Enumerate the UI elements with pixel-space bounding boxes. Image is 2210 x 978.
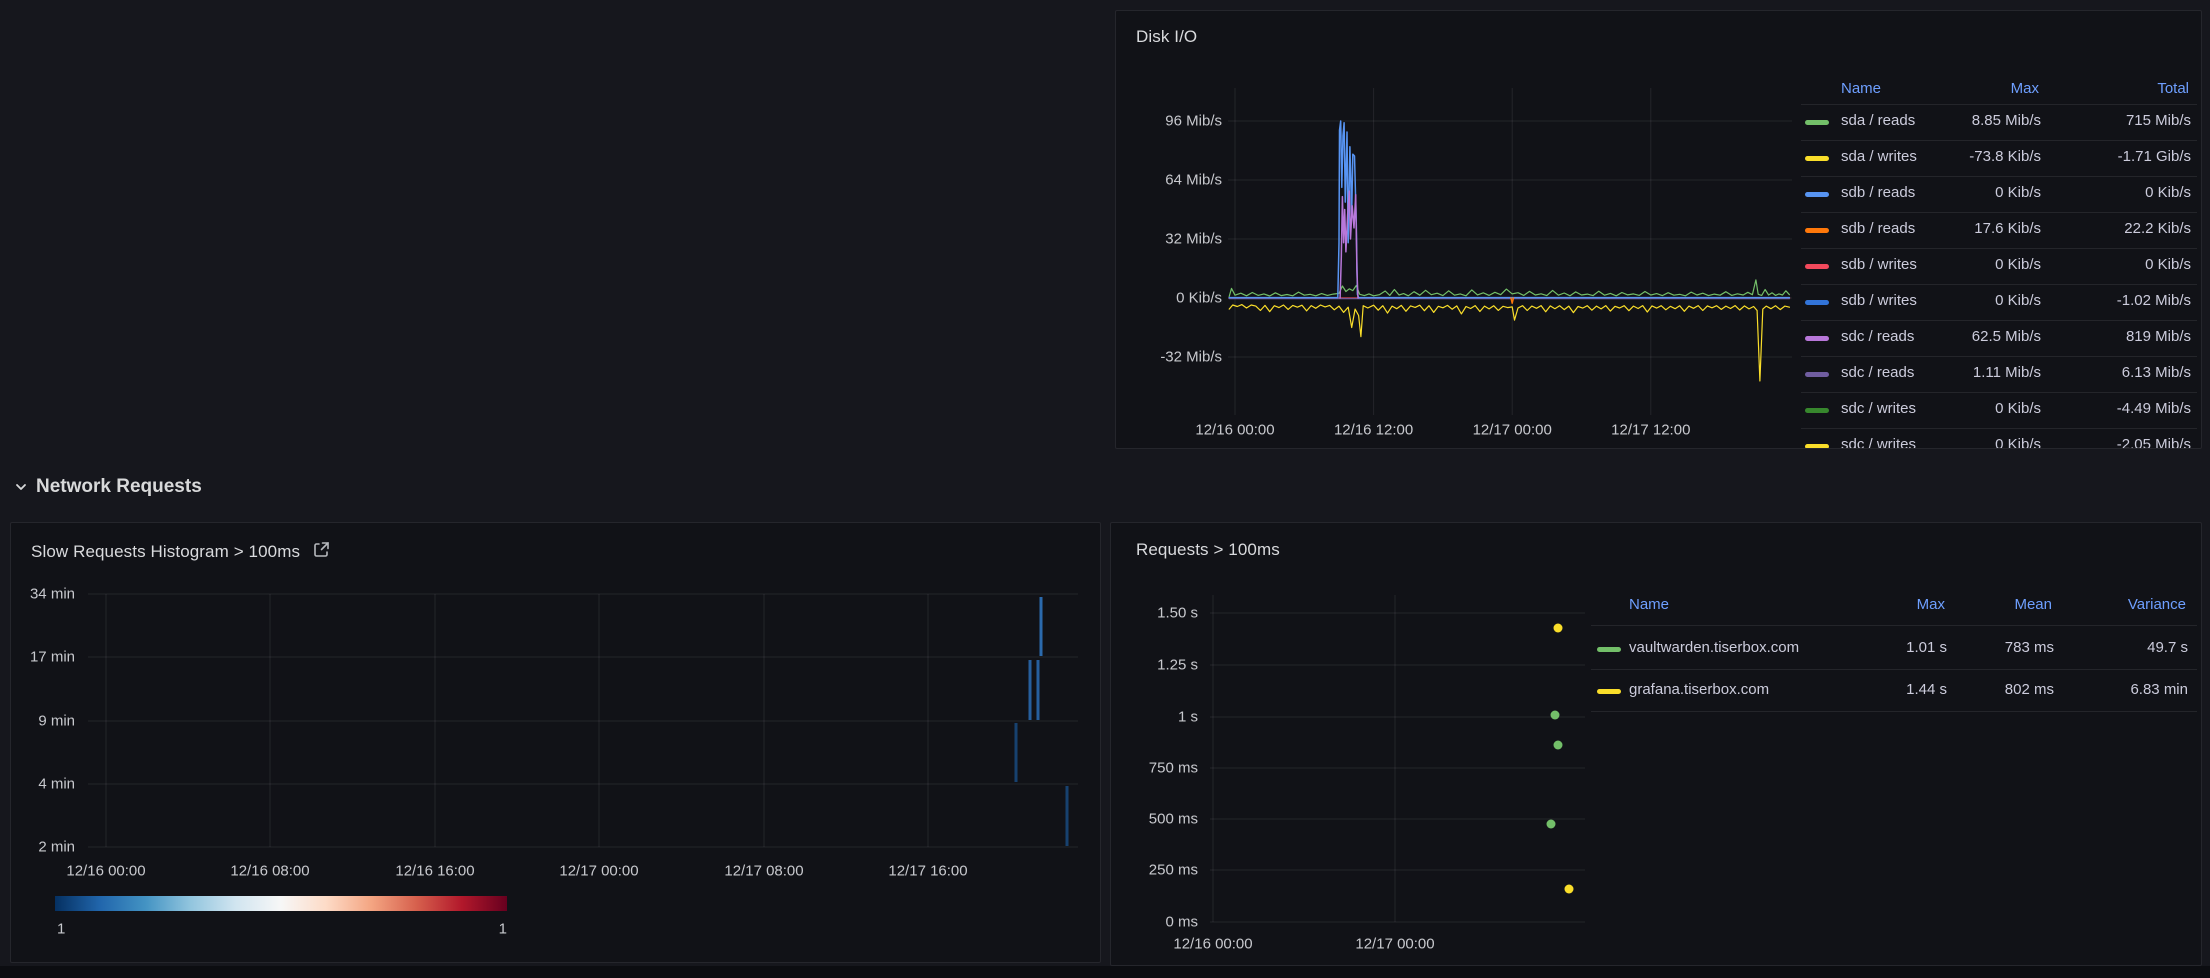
legend-value-max: 17.6 Kib/s <box>1974 220 2041 237</box>
legend-value-max: 0 Kib/s <box>1995 256 2041 273</box>
legend-col-name[interactable]: Name <box>1629 596 1669 613</box>
panel-title-requests[interactable]: Requests > 100ms <box>1136 540 1280 560</box>
chevron-down-icon <box>14 480 28 494</box>
panel-title-slow-requests[interactable]: Slow Requests Histogram > 100ms <box>31 540 331 564</box>
legend-value-max: 8.85 Mib/s <box>1972 112 2041 129</box>
legend-series-color <box>1597 689 1621 694</box>
legend-series-name[interactable]: sdc / writes <box>1841 400 1916 417</box>
legend-value-max: -73.8 Kib/s <box>1969 148 2041 165</box>
legend-series-color <box>1805 120 1829 125</box>
legend-value-total: -4.49 Mib/s <box>2117 400 2191 417</box>
legend-series-name[interactable]: grafana.tiserbox.com <box>1629 681 1769 698</box>
legend-row[interactable]: sdb / reads 17.6 Kib/s 22.2 Kib/s <box>1801 212 2197 248</box>
legend-series-color <box>1805 264 1829 269</box>
legend-row[interactable]: sdb / writes 0 Kib/s -1.02 Mib/s <box>1801 284 2197 320</box>
legend-series-color <box>1805 300 1829 305</box>
legend-row[interactable]: sdc / reads 1.11 Mib/s 6.13 Mib/s <box>1801 356 2197 392</box>
legend-series-color <box>1805 336 1829 341</box>
legend-series-color <box>1597 647 1621 652</box>
legend-value-total: 22.2 Kib/s <box>2124 220 2191 237</box>
section-row-network-requests[interactable]: Network Requests <box>14 476 202 498</box>
legend-value-total: 715 Mib/s <box>2126 112 2191 129</box>
legend-col-total[interactable]: Total <box>2157 80 2189 97</box>
legend-col-max[interactable]: Max <box>1917 596 1945 613</box>
legend-value-max: 1.11 Mib/s <box>1973 364 2041 381</box>
legend-series-color <box>1805 372 1829 377</box>
legend-series-color <box>1805 192 1829 197</box>
legend-row[interactable]: sdc / writes 0 Kib/s -2.05 Mib/s <box>1801 428 2197 449</box>
legend-col-name[interactable]: Name <box>1841 80 1881 97</box>
panel-title-disk-io[interactable]: Disk I/O <box>1136 27 1197 47</box>
legend-row[interactable]: sda / reads 8.85 Mib/s 715 Mib/s <box>1801 104 2197 140</box>
legend-value-total: -1.02 Mib/s <box>2117 292 2191 309</box>
legend-value-max: 1.44 s <box>1906 681 1947 698</box>
legend-row[interactable]: sdb / reads 0 Kib/s 0 Kib/s <box>1801 176 2197 212</box>
panel-requests: Requests > 100ms Name Max Mean Variance vaul… <box>1110 522 2202 966</box>
legend-value-max: 62.5 Mib/s <box>1972 328 2041 345</box>
legend-series-color <box>1805 228 1829 233</box>
legend-value-max: 1.01 s <box>1906 639 1947 656</box>
legend-row[interactable]: sda / writes -73.8 Kib/s -1.71 Gib/s <box>1801 140 2197 176</box>
panel-slow-requests: Slow Requests Histogram > 100ms <box>10 522 1101 963</box>
legend-value-total: 6.13 Mib/s <box>2122 364 2191 381</box>
legend-value-max: 0 Kib/s <box>1995 292 2041 309</box>
legend-value-max: 0 Kib/s <box>1995 184 2041 201</box>
legend-series-color <box>1805 156 1829 161</box>
legend-value-total: 819 Mib/s <box>2126 328 2191 345</box>
legend-series-name[interactable]: sdc / reads <box>1841 328 1914 345</box>
legend-value-variance: 49.7 s <box>2147 639 2188 656</box>
legend-row[interactable]: sdc / reads 62.5 Mib/s 819 Mib/s <box>1801 320 2197 356</box>
legend-col-variance[interactable]: Variance <box>2128 596 2186 613</box>
legend-series-color <box>1805 444 1829 449</box>
legend-row-separator <box>1591 625 2197 626</box>
legend-row[interactable]: grafana.tiserbox.com 1.44 s 802 ms 6.83 min <box>1591 670 2197 712</box>
legend-value-total: 0 Kib/s <box>2145 184 2191 201</box>
legend-value-variance: 6.83 min <box>2130 681 2188 698</box>
legend-series-name[interactable]: sdc / writes <box>1841 436 1916 449</box>
legend-series-name[interactable]: sda / reads <box>1841 112 1915 129</box>
legend-series-name[interactable]: sdb / writes <box>1841 292 1917 309</box>
panel-disk-io: Disk I/O Name Max Total sda / reads 8.85 Mib… <box>1115 10 2202 449</box>
legend-series-name[interactable]: sdb / writes <box>1841 256 1917 273</box>
legend-series-name[interactable]: sda / writes <box>1841 148 1917 165</box>
dashboard-bottom-gutter <box>0 966 2210 978</box>
legend-value-total: -2.05 Mib/s <box>2117 436 2191 449</box>
legend-col-mean[interactable]: Mean <box>2014 596 2052 613</box>
legend-value-mean: 783 ms <box>2005 639 2054 656</box>
legend-row[interactable]: sdb / writes 0 Kib/s 0 Kib/s <box>1801 248 2197 284</box>
legend-value-max: 0 Kib/s <box>1995 436 2041 449</box>
legend-value-max: 0 Kib/s <box>1995 400 2041 417</box>
legend-series-name[interactable]: vaultwarden.tiserbox.com <box>1629 639 1799 656</box>
legend-value-mean: 802 ms <box>2005 681 2054 698</box>
external-link-icon[interactable] <box>312 540 331 564</box>
legend-series-name[interactable]: sdc / reads <box>1841 364 1914 381</box>
section-label: Network Requests <box>36 476 202 498</box>
legend-series-color <box>1805 408 1829 413</box>
legend-row[interactable]: vaultwarden.tiserbox.com 1.01 s 783 ms 49.7… <box>1591 628 2197 670</box>
legend-value-total: 0 Kib/s <box>2145 256 2191 273</box>
legend-series-name[interactable]: sdb / reads <box>1841 184 1915 201</box>
legend-series-name[interactable]: sdb / reads <box>1841 220 1915 237</box>
legend-value-total: -1.71 Gib/s <box>2118 148 2191 165</box>
legend-row[interactable]: sdc / writes 0 Kib/s -4.49 Mib/s <box>1801 392 2197 428</box>
panel-title-text: Slow Requests Histogram > 100ms <box>31 542 300 562</box>
legend-col-max[interactable]: Max <box>2011 80 2039 97</box>
